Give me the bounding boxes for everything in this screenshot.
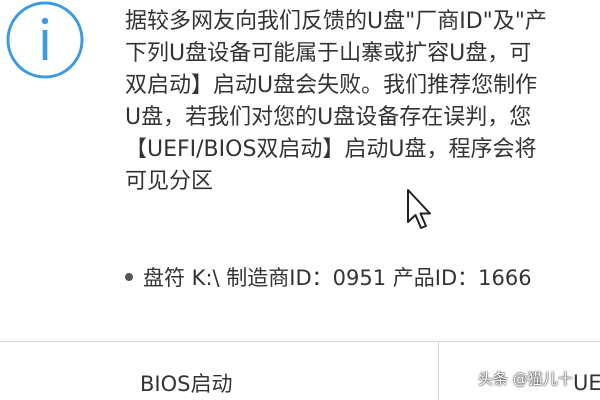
message-line: 可见分区 — [125, 169, 214, 194]
warning-dialog: 据较多网友向我们反馈的U盘"厂商ID"及"产 下列U盘设备可能属于山寨或扩容U盘… — [0, 0, 600, 400]
mouse-cursor-icon — [407, 189, 431, 229]
message-line: 据较多网友向我们反馈的U盘"厂商ID"及"产 — [125, 9, 547, 34]
bios-boot-button[interactable]: BIOS启动 — [0, 342, 438, 400]
message-line: 双启动】启动U盘会失败。我们推荐您制作 — [125, 73, 538, 98]
device-info-text: 盘符 K:\ 制造商ID：0951 产品ID：1666 — [143, 266, 532, 290]
message-line: 下列U盘设备可能属于山寨或扩容U盘，可 — [125, 41, 532, 66]
watermark: 头条 @猫儿十 — [478, 370, 573, 388]
message-line: 【UEFI/BIOS双启动】启动U盘，程序会将 — [125, 137, 537, 162]
bullet-icon — [125, 273, 133, 281]
warning-message: 据较多网友向我们反馈的U盘"厂商ID"及"产 下列U盘设备可能属于山寨或扩容U盘… — [125, 6, 600, 198]
info-icon — [6, 1, 84, 79]
device-info-row: 盘符 K:\ 制造商ID：0951 产品ID：1666 — [125, 262, 532, 294]
message-line: U盘，若我们对您的U盘设备存在误判，您 — [125, 105, 532, 130]
